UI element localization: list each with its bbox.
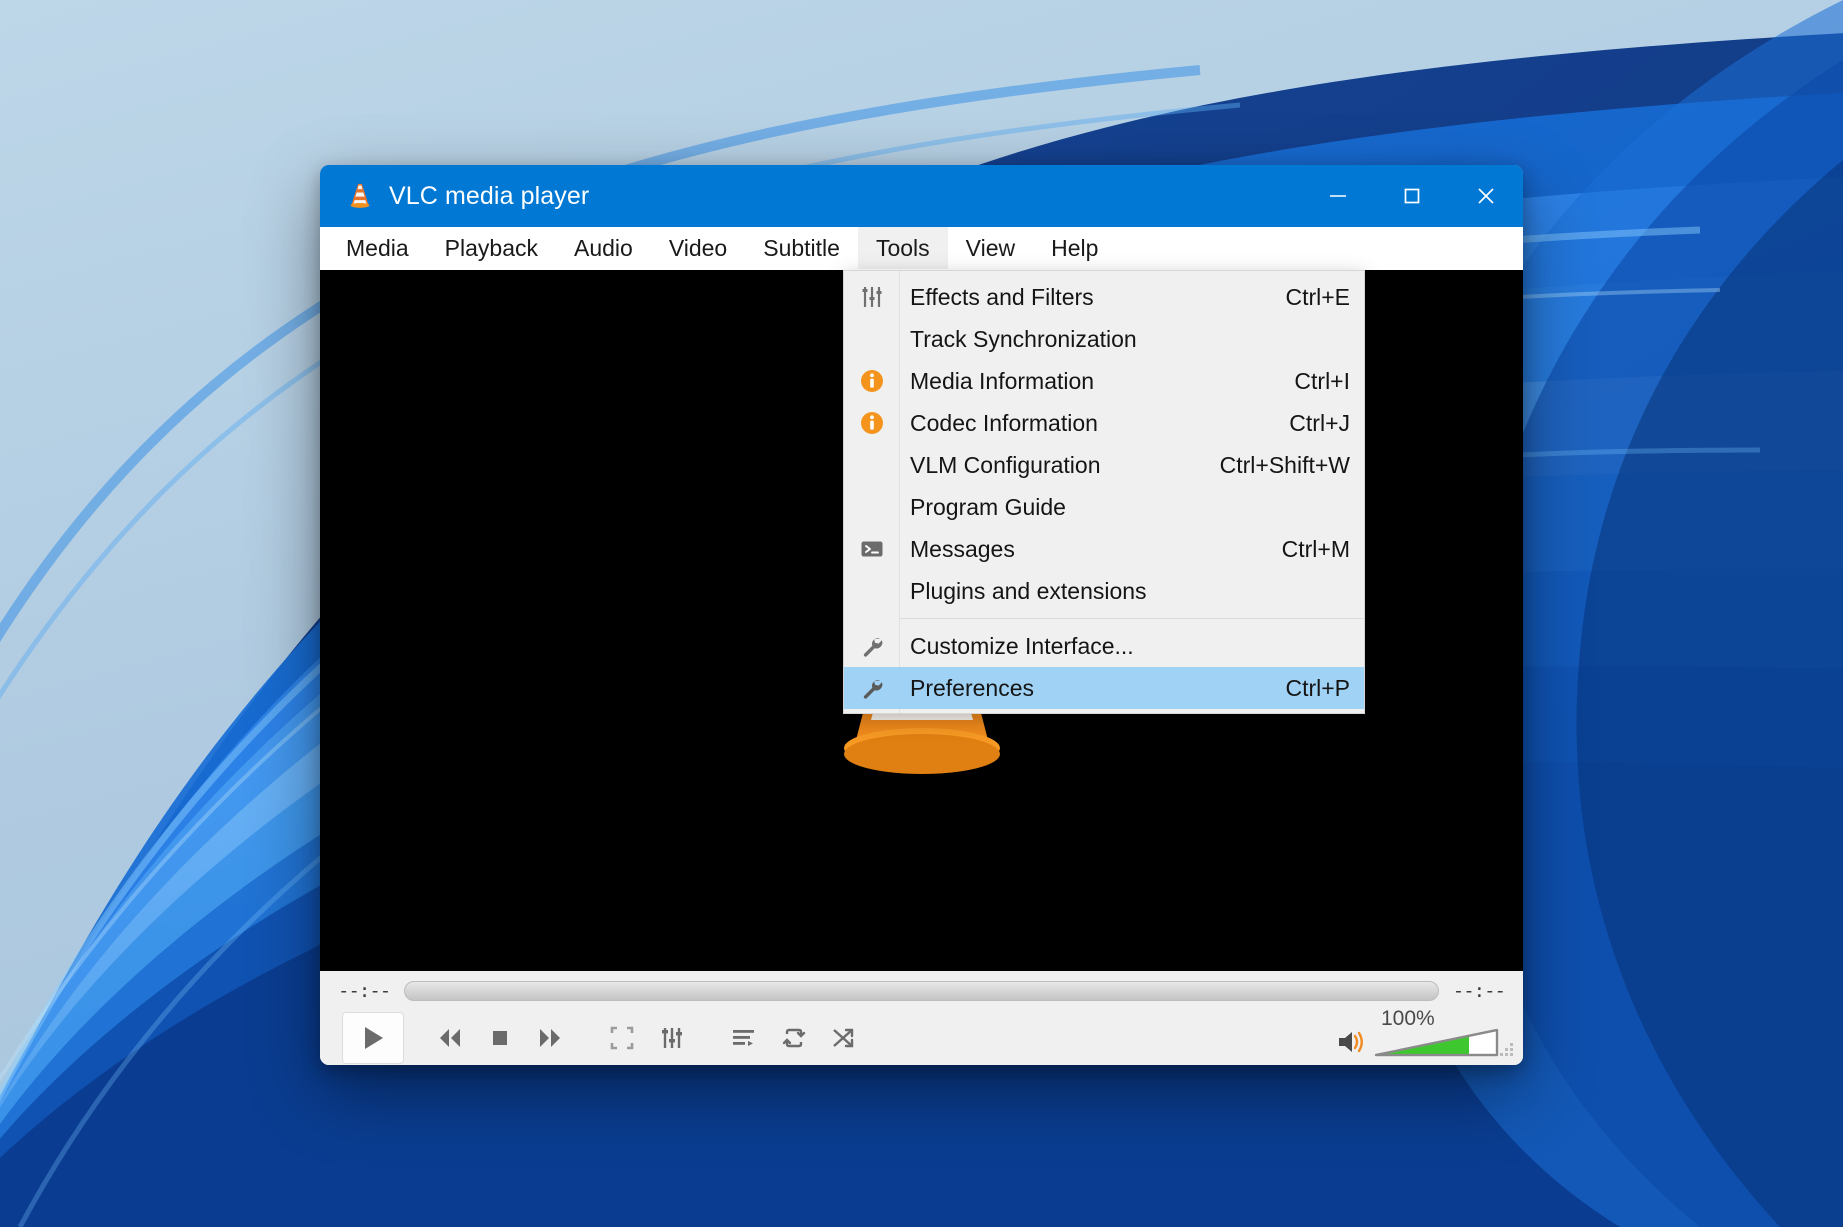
menu-item-label: Preferences (910, 674, 1035, 701)
menubar: Media Playback Audio Video Subtitle Tool… (320, 227, 1523, 270)
menu-item-label: Codec Information (910, 409, 1098, 436)
vlc-cone-icon (350, 183, 370, 208)
menu-video-label: Video (668, 234, 728, 261)
playlist-button[interactable] (720, 1014, 768, 1062)
menu-item-customize-interface[interactable]: Customize Interface... (844, 625, 1364, 667)
minimize-button[interactable] (1301, 165, 1375, 227)
maximize-button[interactable] (1375, 165, 1449, 227)
menu-playback-label: Playback (444, 234, 538, 261)
menu-tools[interactable]: Tools (857, 227, 948, 269)
menu-item-track-synchronization[interactable]: Track Synchronization (844, 318, 1364, 360)
menu-item-preferences[interactable]: Preferences Ctrl+P (844, 667, 1364, 709)
menu-view-label: View (965, 234, 1016, 261)
titlebar-left: VLC media player (320, 181, 589, 211)
menu-media-label: Media (346, 234, 409, 261)
extended-settings-button[interactable] (648, 1014, 696, 1062)
window-title: VLC media player (389, 181, 590, 210)
next-button[interactable] (526, 1014, 574, 1062)
menu-item-program-guide[interactable]: Program Guide (844, 486, 1364, 528)
loop-button[interactable] (770, 1014, 818, 1062)
menu-subtitle[interactable]: Subtitle (745, 227, 858, 269)
menu-audio-label: Audio (573, 234, 633, 261)
seek-slider[interactable] (404, 981, 1439, 1001)
menu-item-label: Media Information (910, 367, 1095, 394)
volume-zone: 100% (1335, 1007, 1501, 1059)
menu-tools-label: Tools (875, 234, 930, 261)
menu-item-shortcut: Ctrl+Shift+W (1219, 451, 1350, 478)
fullscreen-effects-group (598, 1014, 696, 1062)
elapsed-time-label[interactable]: --:-- (338, 980, 391, 1002)
menu-media[interactable]: Media (328, 227, 427, 269)
resize-grip-icon[interactable] (1498, 1041, 1516, 1059)
menu-item-label: Program Guide (910, 493, 1066, 520)
terminal-icon (844, 537, 899, 561)
previous-button[interactable] (426, 1014, 474, 1062)
play-button[interactable] (342, 1012, 404, 1064)
menu-item-shortcut: Ctrl+M (1281, 535, 1350, 562)
menu-item-label: Effects and Filters (910, 283, 1094, 310)
menu-item-label: Plugins and extensions (910, 577, 1147, 604)
menu-audio[interactable]: Audio (556, 227, 651, 269)
menu-help[interactable]: Help (1033, 227, 1116, 269)
menu-separator (900, 618, 1364, 619)
window-titlebar[interactable]: VLC media player (320, 165, 1523, 227)
menu-help-label: Help (1051, 234, 1099, 261)
info-circle-icon (844, 369, 899, 393)
close-button[interactable] (1449, 165, 1523, 227)
playlist-loop-shuffle-group (720, 1014, 868, 1062)
window-controls (1301, 165, 1523, 227)
menu-playback[interactable]: Playback (427, 227, 556, 269)
equalizer-sliders-icon (844, 285, 899, 309)
shuffle-button[interactable] (820, 1014, 868, 1062)
menu-item-plugins-and-extensions[interactable]: Plugins and extensions (844, 570, 1364, 612)
tools-dropdown-menu: Effects and Filters Ctrl+E Track Synchro… (843, 270, 1365, 714)
menu-item-shortcut: Ctrl+I (1294, 367, 1350, 394)
menu-item-codec-information[interactable]: Codec Information Ctrl+J (844, 402, 1364, 444)
menu-item-label: Customize Interface... (910, 632, 1134, 659)
seek-row: --:-- --:-- (338, 971, 1506, 1011)
menu-item-shortcut: Ctrl+P (1285, 674, 1350, 701)
wrench-icon (844, 676, 899, 700)
transport-button-row (338, 1011, 1505, 1065)
volume-percent-label: 100% (1381, 1007, 1435, 1030)
menu-item-label: Track Synchronization (910, 325, 1137, 352)
menu-item-shortcut: Ctrl+E (1285, 283, 1350, 310)
menu-item-label: VLM Configuration (910, 451, 1101, 478)
menu-view[interactable]: View (948, 227, 1033, 269)
stop-button[interactable] (476, 1014, 524, 1062)
menu-video[interactable]: Video (651, 227, 745, 269)
menu-item-label: Messages (910, 535, 1015, 562)
menu-item-media-information[interactable]: Media Information Ctrl+I (844, 360, 1364, 402)
prev-stop-next-group (426, 1014, 574, 1062)
info-circle-icon (844, 411, 899, 435)
menu-item-shortcut: Ctrl+J (1289, 409, 1350, 436)
remaining-time-label[interactable]: --:-- (1453, 980, 1506, 1002)
wrench-icon (844, 634, 899, 658)
player-controls-panel: --:-- --:-- 100% (320, 971, 1523, 1065)
speaker-on-icon[interactable] (1335, 1025, 1369, 1059)
menu-item-effects-and-filters[interactable]: Effects and Filters Ctrl+E (844, 276, 1364, 318)
menu-item-messages[interactable]: Messages Ctrl+M (844, 528, 1364, 570)
menu-item-vlm-configuration[interactable]: VLM Configuration Ctrl+Shift+W (844, 444, 1364, 486)
menu-subtitle-label: Subtitle (763, 234, 840, 261)
fullscreen-button[interactable] (598, 1014, 646, 1062)
